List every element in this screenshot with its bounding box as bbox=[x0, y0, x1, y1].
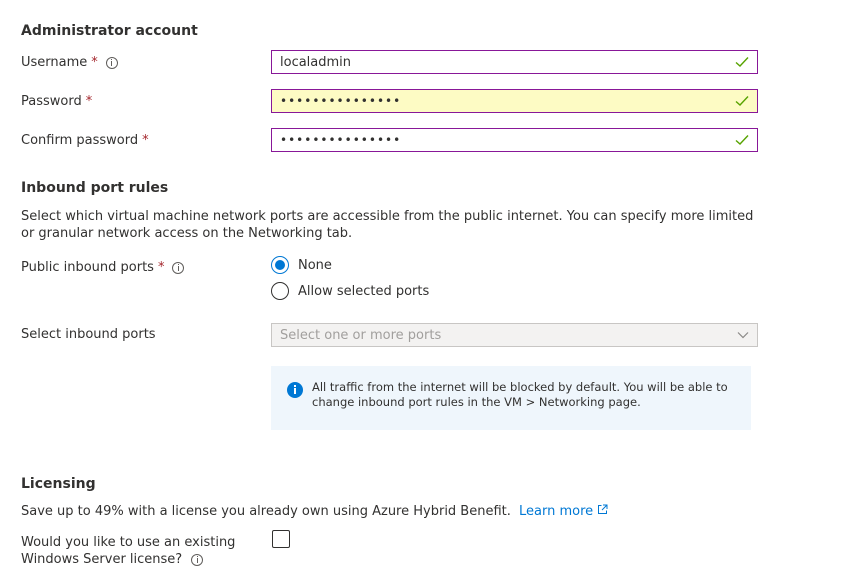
info-message-box: All traffic from the internet will be bl… bbox=[271, 366, 751, 430]
username-label-row: Username * bbox=[21, 55, 118, 71]
learn-more-text: Learn more bbox=[519, 504, 594, 519]
confirm-password-field[interactable]: ••••••••••••••• bbox=[271, 128, 758, 152]
licensing-description: Save up to 49% with a license you alread… bbox=[21, 504, 511, 519]
password-label: Password bbox=[21, 94, 82, 109]
required-marker: * bbox=[85, 94, 93, 109]
info-circle-icon bbox=[287, 382, 303, 398]
existing-license-label: Would you like to use an existing Window… bbox=[21, 535, 236, 567]
password-label-row: Password * bbox=[21, 94, 92, 110]
licensing-description-row: Save up to 49% with a license you alread… bbox=[21, 504, 608, 520]
existing-license-label-row: Would you like to use an existing Window… bbox=[21, 534, 236, 568]
required-marker: * bbox=[142, 133, 149, 148]
checkmark-icon bbox=[735, 57, 749, 67]
confirm-password-label: Confirm password bbox=[21, 133, 139, 148]
checkmark-icon bbox=[735, 96, 749, 106]
username-field[interactable]: localadmin bbox=[271, 50, 758, 74]
dropdown-placeholder: Select one or more ports bbox=[280, 327, 442, 343]
password-field[interactable]: ••••••••••••••• bbox=[271, 89, 758, 113]
confirm-password-value: ••••••••••••••• bbox=[280, 133, 402, 147]
info-icon[interactable] bbox=[105, 56, 118, 69]
info-icon[interactable] bbox=[191, 553, 204, 566]
existing-license-checkbox[interactable] bbox=[272, 530, 290, 548]
radio-option-allow-selected[interactable]: Allow selected ports bbox=[271, 282, 429, 300]
checkmark-icon bbox=[735, 135, 749, 145]
licensing-heading: Licensing bbox=[21, 476, 96, 492]
username-value: localadmin bbox=[280, 54, 352, 70]
inbound-rules-heading: Inbound port rules bbox=[21, 180, 169, 196]
radio-button[interactable] bbox=[271, 282, 289, 300]
required-marker: * bbox=[157, 260, 165, 275]
inbound-description: Select which virtual machine network por… bbox=[21, 209, 754, 241]
external-link-icon bbox=[598, 504, 608, 514]
public-ports-label-row: Public inbound ports * bbox=[21, 260, 185, 276]
chevron-down-icon bbox=[737, 332, 749, 339]
required-marker: * bbox=[91, 55, 98, 70]
info-icon[interactable] bbox=[172, 261, 185, 274]
info-message-text: All traffic from the internet will be bl… bbox=[312, 380, 728, 409]
learn-more-link[interactable]: Learn more bbox=[519, 504, 608, 519]
confirm-password-label-row: Confirm password * bbox=[21, 133, 149, 149]
select-ports-label: Select inbound ports bbox=[21, 327, 156, 342]
radio-label-none: None bbox=[298, 257, 332, 273]
public-ports-label: Public inbound ports bbox=[21, 260, 154, 275]
admin-account-heading: Administrator account bbox=[21, 23, 198, 39]
radio-option-none[interactable]: None bbox=[271, 256, 332, 274]
username-label: Username bbox=[21, 55, 88, 70]
inbound-ports-dropdown[interactable]: Select one or more ports bbox=[271, 323, 758, 347]
password-value: ••••••••••••••• bbox=[280, 94, 402, 108]
radio-button-selected[interactable] bbox=[271, 256, 289, 274]
radio-label-allow-selected: Allow selected ports bbox=[298, 283, 430, 299]
